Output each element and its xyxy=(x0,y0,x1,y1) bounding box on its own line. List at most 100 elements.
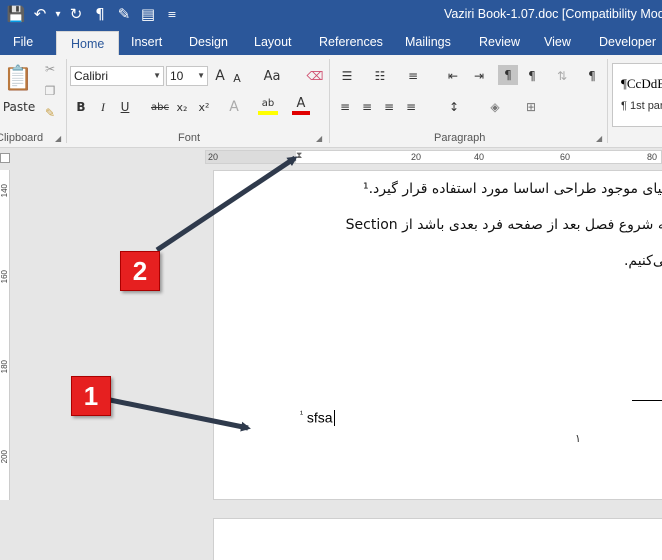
font-launcher-icon[interactable]: ◢ xyxy=(316,134,322,143)
align-left-icon[interactable]: ≡ xyxy=(336,97,354,117)
clipboard-group-label: Clipboard xyxy=(0,132,44,144)
cut-icon[interactable]: ✂ xyxy=(40,59,60,79)
change-case-button[interactable]: Aa xyxy=(259,66,285,86)
sort-icon[interactable]: ⇅ xyxy=(552,66,572,86)
multilevel-list-icon[interactable]: ≡ xyxy=(402,66,424,86)
footnote[interactable]: ¹ sfsa xyxy=(300,409,335,426)
ruler-number: 80 xyxy=(647,152,658,162)
font-color-button[interactable]: A xyxy=(292,95,310,115)
tab-review[interactable]: Review xyxy=(479,30,520,55)
increase-indent-icon[interactable]: ⇥ xyxy=(469,66,489,86)
save-icon[interactable]: 💾 xyxy=(6,3,26,25)
font-name-value: Calibri xyxy=(74,69,109,83)
vertical-ruler[interactable]: 140 160 180 200 xyxy=(0,170,10,500)
page-number: ١ xyxy=(575,433,581,445)
style-gallery-item[interactable]: ¶CcDdE ¶ 1st par xyxy=(612,63,662,127)
paragraph-group-label: Paragraph xyxy=(434,132,486,144)
tab-view[interactable]: View xyxy=(544,30,571,55)
ruler-number: 200 xyxy=(0,450,9,464)
shading-icon[interactable]: ◈ xyxy=(483,97,507,117)
footnote-reference: ¹ xyxy=(300,409,303,419)
show-marks-icon[interactable]: ¶ xyxy=(582,66,602,86)
tab-insert[interactable]: Insert xyxy=(131,30,162,55)
paste-button[interactable]: Paste xyxy=(3,97,35,117)
text-cursor xyxy=(333,409,335,426)
format-painter-icon[interactable]: ✎ xyxy=(114,3,134,25)
ruler-number: 20 xyxy=(411,152,422,162)
footnote-separator xyxy=(632,400,662,401)
body-text-line: دنیای موجود طراحی اساسا مورد استفاده قرا… xyxy=(362,181,662,197)
highlight-button[interactable]: ab xyxy=(258,95,278,115)
undo-dropdown-icon[interactable]: ▾ xyxy=(54,3,62,25)
chevron-down-icon: ▼ xyxy=(153,71,161,80)
document-page[interactable]: دنیای موجود طراحی اساسا مورد استفاده قرا… xyxy=(213,170,662,500)
justify-icon[interactable]: ≡ xyxy=(402,97,420,117)
borders-icon[interactable]: ⊞ xyxy=(519,97,543,117)
font-size-combo[interactable]: 10 ▼ xyxy=(166,66,208,86)
chevron-down-icon: ▼ xyxy=(197,71,205,80)
undo-icon[interactable]: ↶ xyxy=(30,3,50,25)
ltr-direction-icon[interactable]: ¶ xyxy=(498,65,518,85)
text-effects-button[interactable]: A xyxy=(226,97,242,117)
tab-home[interactable]: Home xyxy=(56,31,120,55)
font-group-label: Font xyxy=(178,132,201,144)
ruler-number: 60 xyxy=(560,152,571,162)
align-right-icon[interactable]: ≡ xyxy=(380,97,398,117)
ribbon: 📋 Paste ✂ ❐ ✎ Clipboard ◢ Calibri ▼ 10 ▼… xyxy=(0,55,662,148)
next-page[interactable] xyxy=(213,518,662,560)
horizontal-ruler[interactable]: 20 20 40 60 80 xyxy=(205,150,662,164)
bold-button[interactable]: B xyxy=(74,97,88,117)
window-title: Vaziri Book-1.07.doc [Compatibility Mode xyxy=(444,7,662,21)
body-text-line: که شروع فصل بعد از صفحه فرد بعدی باشد از… xyxy=(345,217,662,233)
numbering-icon[interactable]: ☷ xyxy=(369,66,391,86)
annotation-badge-2: 2 xyxy=(120,251,160,291)
tab-selector[interactable] xyxy=(0,153,10,163)
customize-qat-icon[interactable]: ≡ xyxy=(162,3,182,25)
indent-marker-icon[interactable]: ⧗ xyxy=(296,150,302,161)
clipboard-launcher-icon[interactable]: ◢ xyxy=(55,134,61,143)
decrease-indent-icon[interactable]: ⇤ xyxy=(443,66,463,86)
italic-button[interactable]: I xyxy=(96,97,110,117)
tab-developer[interactable]: Developer xyxy=(599,30,656,55)
quick-access-toolbar: 💾 ↶ ▾ ↻ ¶ ✎ ▤ ≡ xyxy=(6,3,182,25)
style-preview: ¶CcDdE xyxy=(621,76,662,91)
strikethrough-button[interactable]: abc xyxy=(150,97,170,117)
group-divider xyxy=(607,59,608,143)
superscript-button[interactable]: x² xyxy=(196,97,212,117)
annotation-badge-1: 1 xyxy=(71,376,111,416)
ruler-number: 140 xyxy=(0,184,9,198)
pilcrow-icon[interactable]: ¶ xyxy=(90,3,110,25)
underline-button[interactable]: U xyxy=(118,97,132,117)
ruler-number: 20 xyxy=(208,152,219,162)
style-name: ¶ 1st par xyxy=(621,100,662,112)
font-name-combo[interactable]: Calibri ▼ xyxy=(70,66,164,86)
group-divider xyxy=(66,59,67,143)
tab-file[interactable]: File xyxy=(13,30,33,55)
body-text-line: می‌کنیم. xyxy=(623,253,662,269)
paragraph-launcher-icon[interactable]: ◢ xyxy=(596,134,602,143)
tab-mailings[interactable]: Mailings xyxy=(405,30,451,55)
bullets-icon[interactable]: ☰ xyxy=(336,66,358,86)
ruler-number: 180 xyxy=(0,360,9,374)
ruler-margin xyxy=(206,151,296,163)
font-size-value: 10 xyxy=(170,69,184,83)
ruler-number: 160 xyxy=(0,270,9,284)
tab-references[interactable]: References xyxy=(319,30,383,55)
line-spacing-icon[interactable]: ↕ xyxy=(443,97,465,117)
format-painter-icon[interactable]: ✎ xyxy=(40,103,60,123)
group-divider xyxy=(329,59,330,143)
shrink-font-button[interactable]: A xyxy=(230,68,244,88)
subscript-button[interactable]: x₂ xyxy=(174,97,190,117)
clear-formatting-icon[interactable]: ⌫ xyxy=(306,66,324,86)
redo-icon[interactable]: ↻ xyxy=(66,3,86,25)
tab-layout[interactable]: Layout xyxy=(254,30,292,55)
tab-design[interactable]: Design xyxy=(189,30,228,55)
copy-icon[interactable]: ❐ xyxy=(40,81,60,101)
grow-font-button[interactable]: A xyxy=(212,66,228,86)
paste-icon[interactable]: 📋 xyxy=(3,61,33,95)
align-center-icon[interactable]: ≡ xyxy=(358,97,376,117)
ruler-number: 40 xyxy=(474,152,485,162)
print-preview-icon[interactable]: ▤ xyxy=(138,3,158,25)
rtl-direction-icon[interactable]: ¶ xyxy=(522,66,542,86)
footnote-text: sfsa xyxy=(306,409,333,426)
